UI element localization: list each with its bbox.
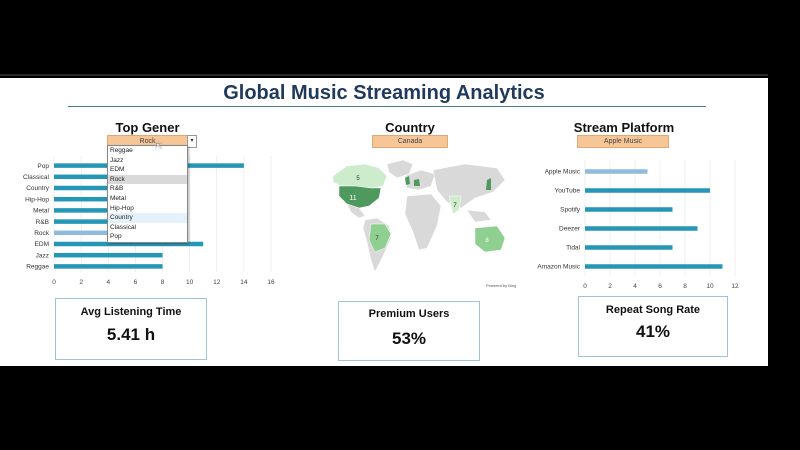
dropdown-option[interactable]: EDM xyxy=(108,165,187,175)
x-tick-label: 6 xyxy=(658,283,662,290)
category-label: YouTube xyxy=(554,188,580,195)
dropdown-option[interactable]: Country xyxy=(108,213,187,223)
bar-tidal[interactable] xyxy=(585,245,673,250)
map-attribution: Powered by Bing xyxy=(486,283,517,288)
x-tick-label: 4 xyxy=(633,283,637,290)
dashboard-title: Global Music Streaming Analytics xyxy=(223,82,545,104)
world-map: 5 11 7 7 8 xyxy=(325,156,520,286)
x-tick-label: 16 xyxy=(267,279,275,286)
kpi-premium-users: Premium Users 53% xyxy=(338,301,480,361)
kpi-value: 5.41 h xyxy=(106,325,156,344)
x-tick-label: 0 xyxy=(583,283,587,290)
genre-header: Top Gener xyxy=(115,120,180,135)
germany-shape[interactable] xyxy=(414,179,420,186)
dropdown-option[interactable]: Rock xyxy=(108,174,187,185)
x-tick-label: 4 xyxy=(106,279,110,286)
kpi-value: 41% xyxy=(635,322,671,341)
x-tick-label: 14 xyxy=(240,279,248,286)
country-header: Country xyxy=(385,120,435,135)
dropdown-option[interactable]: Metal xyxy=(108,194,187,204)
x-tick-label: 8 xyxy=(161,279,165,286)
kpi-label: Premium Users xyxy=(368,308,450,320)
category-label: Jazz xyxy=(36,252,49,259)
dashboard-sheet: Global Music Streaming Analytics Top Gen… xyxy=(0,78,768,366)
category-label: Amazon Music xyxy=(537,264,580,271)
bar-amazon-music[interactable] xyxy=(585,264,723,269)
genre-dropdown-arrow[interactable]: ▾ xyxy=(187,135,197,148)
x-tick-label: 2 xyxy=(608,283,612,290)
category-label: Tidal xyxy=(566,245,580,252)
platform-selector[interactable]: Apple Music xyxy=(577,135,669,148)
kpi-label: Repeat Song Rate xyxy=(605,304,701,316)
top-border xyxy=(0,74,768,76)
country-selector[interactable]: Canada xyxy=(372,135,448,148)
dropdown-option[interactable]: Hip-Hop xyxy=(108,204,187,214)
x-tick-label: 6 xyxy=(134,279,138,286)
category-label: Reggae xyxy=(26,264,49,271)
kpi-value: 53% xyxy=(391,329,427,348)
map-label-usa: 11 xyxy=(349,195,356,202)
category-label: EDM xyxy=(35,241,49,248)
dropdown-option[interactable]: R&B xyxy=(108,184,187,194)
category-label: Deezer xyxy=(559,226,581,233)
bar-deezer[interactable] xyxy=(585,226,698,231)
platform-bar-chart: 0 2 4 6 8 10 12 Apple Music YouTube Spotify Deezer… xyxy=(537,160,739,290)
category-label: Apple Music xyxy=(545,169,581,176)
x-tick-label: 10 xyxy=(186,279,194,286)
bar-apple-music[interactable] xyxy=(585,169,648,174)
x-tick-label: 0 xyxy=(52,279,56,286)
x-tick-label: 10 xyxy=(706,283,714,290)
dropdown-option[interactable]: Pop xyxy=(108,232,187,242)
category-label: Metal xyxy=(33,208,49,215)
genre-dropdown-list[interactable]: Reggae Jazz EDM Rock R&B Metal Hip-Hop Country C… xyxy=(107,145,188,243)
category-label: Country xyxy=(26,185,50,192)
bar-reggae[interactable] xyxy=(54,264,163,269)
kpi-repeat-song-rate: Repeat Song Rate 41% xyxy=(578,296,728,357)
category-label: R&B xyxy=(36,219,49,226)
dropdown-option[interactable]: Reggae xyxy=(108,146,187,156)
category-label: Rock xyxy=(34,230,50,237)
bar-youtube[interactable] xyxy=(585,188,710,193)
title-divider xyxy=(68,106,706,107)
bar-jazz[interactable] xyxy=(54,252,163,258)
x-tick-label: 8 xyxy=(683,283,687,290)
mouse-cursor-icon: ⇱ xyxy=(155,141,163,151)
x-tick-label: 2 xyxy=(79,279,83,286)
kpi-label: Avg Listening Time xyxy=(80,306,182,318)
category-label: Hip-Hop xyxy=(25,196,49,203)
category-label: Pop xyxy=(37,163,49,170)
category-label: Spotify xyxy=(560,207,581,214)
dropdown-option[interactable]: Classical xyxy=(108,223,187,233)
bar-spotify[interactable] xyxy=(585,207,673,212)
x-tick-label: 12 xyxy=(731,283,739,290)
dropdown-option[interactable]: Jazz xyxy=(108,156,187,166)
platform-header: Stream Platform xyxy=(573,120,675,135)
category-label: Classical xyxy=(23,174,50,181)
x-tick-label: 12 xyxy=(213,279,221,286)
kpi-avg-listening-time: Avg Listening Time 5.41 h xyxy=(55,298,207,360)
